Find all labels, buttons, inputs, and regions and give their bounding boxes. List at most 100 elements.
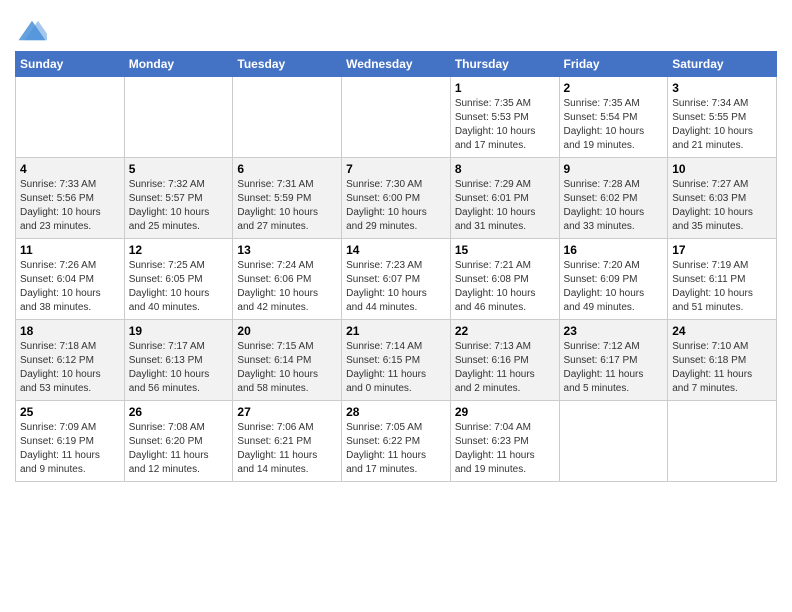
day-info: Sunrise: 7:35 AM Sunset: 5:53 PM Dayligh… <box>455 97 555 153</box>
day-number: 3 <box>672 81 772 95</box>
day-number: 6 <box>237 162 337 176</box>
calendar-header-saturday: Saturday <box>668 52 777 77</box>
day-info: Sunrise: 7:25 AM Sunset: 6:05 PM Dayligh… <box>129 259 229 315</box>
day-info: Sunrise: 7:33 AM Sunset: 5:56 PM Dayligh… <box>20 178 120 234</box>
calendar-cell: 4 Sunrise: 7:33 AM Sunset: 5:56 PM Daylig… <box>16 158 125 239</box>
calendar-table: SundayMondayTuesdayWednesdayThursdayFrid… <box>15 51 777 482</box>
calendar-cell: 25 Sunrise: 7:09 AM Sunset: 6:19 PM Dayli… <box>16 401 125 482</box>
day-info: Sunrise: 7:15 AM Sunset: 6:14 PM Dayligh… <box>237 340 337 396</box>
calendar-cell: 6 Sunrise: 7:31 AM Sunset: 5:59 PM Daylig… <box>233 158 342 239</box>
calendar-header-monday: Monday <box>124 52 233 77</box>
day-number: 21 <box>346 324 446 338</box>
calendar-cell: 2 Sunrise: 7:35 AM Sunset: 5:54 PM Daylig… <box>559 77 668 158</box>
calendar-cell: 16 Sunrise: 7:20 AM Sunset: 6:09 PM Dayli… <box>559 239 668 320</box>
calendar-week-row: 11 Sunrise: 7:26 AM Sunset: 6:04 PM Dayli… <box>16 239 777 320</box>
calendar-header-row: SundayMondayTuesdayWednesdayThursdayFrid… <box>16 52 777 77</box>
calendar-cell: 9 Sunrise: 7:28 AM Sunset: 6:02 PM Daylig… <box>559 158 668 239</box>
day-info: Sunrise: 7:09 AM Sunset: 6:19 PM Dayligh… <box>20 421 120 477</box>
day-number: 25 <box>20 405 120 419</box>
day-number: 8 <box>455 162 555 176</box>
day-info: Sunrise: 7:14 AM Sunset: 6:15 PM Dayligh… <box>346 340 446 396</box>
day-info: Sunrise: 7:21 AM Sunset: 6:08 PM Dayligh… <box>455 259 555 315</box>
calendar-cell <box>16 77 125 158</box>
day-number: 1 <box>455 81 555 95</box>
calendar-cell: 11 Sunrise: 7:26 AM Sunset: 6:04 PM Dayli… <box>16 239 125 320</box>
day-number: 15 <box>455 243 555 257</box>
day-number: 18 <box>20 324 120 338</box>
page-header <box>15 10 777 43</box>
day-number: 4 <box>20 162 120 176</box>
calendar-cell: 7 Sunrise: 7:30 AM Sunset: 6:00 PM Daylig… <box>342 158 451 239</box>
calendar-cell <box>559 401 668 482</box>
calendar-header-thursday: Thursday <box>450 52 559 77</box>
day-number: 16 <box>564 243 664 257</box>
day-info: Sunrise: 7:08 AM Sunset: 6:20 PM Dayligh… <box>129 421 229 477</box>
day-info: Sunrise: 7:27 AM Sunset: 6:03 PM Dayligh… <box>672 178 772 234</box>
calendar-week-row: 4 Sunrise: 7:33 AM Sunset: 5:56 PM Daylig… <box>16 158 777 239</box>
calendar-cell: 10 Sunrise: 7:27 AM Sunset: 6:03 PM Dayli… <box>668 158 777 239</box>
calendar-cell: 28 Sunrise: 7:05 AM Sunset: 6:22 PM Dayli… <box>342 401 451 482</box>
calendar-cell: 20 Sunrise: 7:15 AM Sunset: 6:14 PM Dayli… <box>233 320 342 401</box>
calendar-header-wednesday: Wednesday <box>342 52 451 77</box>
calendar-cell: 26 Sunrise: 7:08 AM Sunset: 6:20 PM Dayli… <box>124 401 233 482</box>
day-number: 12 <box>129 243 229 257</box>
calendar-week-row: 18Sunrise: 7:18 AM Sunset: 6:12 PM Dayli… <box>16 320 777 401</box>
day-info: Sunrise: 7:24 AM Sunset: 6:06 PM Dayligh… <box>237 259 337 315</box>
day-info: Sunrise: 7:19 AM Sunset: 6:11 PM Dayligh… <box>672 259 772 315</box>
calendar-cell: 18Sunrise: 7:18 AM Sunset: 6:12 PM Dayli… <box>16 320 125 401</box>
day-info: Sunrise: 7:12 AM Sunset: 6:17 PM Dayligh… <box>564 340 664 396</box>
day-number: 13 <box>237 243 337 257</box>
day-number: 20 <box>237 324 337 338</box>
calendar-cell: 29 Sunrise: 7:04 AM Sunset: 6:23 PM Dayli… <box>450 401 559 482</box>
calendar-cell: 23 Sunrise: 7:12 AM Sunset: 6:17 PM Dayli… <box>559 320 668 401</box>
logo-icon <box>17 18 47 43</box>
calendar-cell: 1 Sunrise: 7:35 AM Sunset: 5:53 PM Daylig… <box>450 77 559 158</box>
day-number: 11 <box>20 243 120 257</box>
day-info: Sunrise: 7:34 AM Sunset: 5:55 PM Dayligh… <box>672 97 772 153</box>
day-info: Sunrise: 7:30 AM Sunset: 6:00 PM Dayligh… <box>346 178 446 234</box>
day-number: 19 <box>129 324 229 338</box>
day-info: Sunrise: 7:20 AM Sunset: 6:09 PM Dayligh… <box>564 259 664 315</box>
day-number: 29 <box>455 405 555 419</box>
day-number: 17 <box>672 243 772 257</box>
day-info: Sunrise: 7:17 AM Sunset: 6:13 PM Dayligh… <box>129 340 229 396</box>
day-number: 23 <box>564 324 664 338</box>
day-number: 5 <box>129 162 229 176</box>
calendar-cell: 22 Sunrise: 7:13 AM Sunset: 6:16 PM Dayli… <box>450 320 559 401</box>
calendar-cell <box>124 77 233 158</box>
day-number: 27 <box>237 405 337 419</box>
day-number: 26 <box>129 405 229 419</box>
day-number: 9 <box>564 162 664 176</box>
day-number: 22 <box>455 324 555 338</box>
day-number: 24 <box>672 324 772 338</box>
day-info: Sunrise: 7:28 AM Sunset: 6:02 PM Dayligh… <box>564 178 664 234</box>
day-info: Sunrise: 7:06 AM Sunset: 6:21 PM Dayligh… <box>237 421 337 477</box>
day-info: Sunrise: 7:13 AM Sunset: 6:16 PM Dayligh… <box>455 340 555 396</box>
calendar-cell <box>668 401 777 482</box>
day-info: Sunrise: 7:35 AM Sunset: 5:54 PM Dayligh… <box>564 97 664 153</box>
day-info: Sunrise: 7:26 AM Sunset: 6:04 PM Dayligh… <box>20 259 120 315</box>
day-info: Sunrise: 7:31 AM Sunset: 5:59 PM Dayligh… <box>237 178 337 234</box>
calendar-header-friday: Friday <box>559 52 668 77</box>
calendar-cell: 8 Sunrise: 7:29 AM Sunset: 6:01 PM Daylig… <box>450 158 559 239</box>
day-info: Sunrise: 7:23 AM Sunset: 6:07 PM Dayligh… <box>346 259 446 315</box>
calendar-cell: 12 Sunrise: 7:25 AM Sunset: 6:05 PM Dayli… <box>124 239 233 320</box>
day-info: Sunrise: 7:10 AM Sunset: 6:18 PM Dayligh… <box>672 340 772 396</box>
day-info: Sunrise: 7:04 AM Sunset: 6:23 PM Dayligh… <box>455 421 555 477</box>
calendar-week-row: 1 Sunrise: 7:35 AM Sunset: 5:53 PM Daylig… <box>16 77 777 158</box>
day-info: Sunrise: 7:32 AM Sunset: 5:57 PM Dayligh… <box>129 178 229 234</box>
calendar-cell: 3 Sunrise: 7:34 AM Sunset: 5:55 PM Daylig… <box>668 77 777 158</box>
calendar-cell: 27 Sunrise: 7:06 AM Sunset: 6:21 PM Dayli… <box>233 401 342 482</box>
day-number: 14 <box>346 243 446 257</box>
day-info: Sunrise: 7:05 AM Sunset: 6:22 PM Dayligh… <box>346 421 446 477</box>
day-number: 2 <box>564 81 664 95</box>
calendar-cell: 13 Sunrise: 7:24 AM Sunset: 6:06 PM Dayli… <box>233 239 342 320</box>
day-number: 28 <box>346 405 446 419</box>
calendar-week-row: 25 Sunrise: 7:09 AM Sunset: 6:19 PM Dayli… <box>16 401 777 482</box>
logo <box>15 18 47 43</box>
day-info: Sunrise: 7:29 AM Sunset: 6:01 PM Dayligh… <box>455 178 555 234</box>
day-number: 7 <box>346 162 446 176</box>
calendar-cell <box>233 77 342 158</box>
day-number: 10 <box>672 162 772 176</box>
calendar-cell: 24 Sunrise: 7:10 AM Sunset: 6:18 PM Dayli… <box>668 320 777 401</box>
